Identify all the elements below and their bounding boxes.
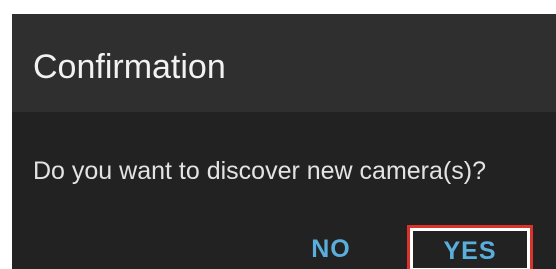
dialog-title: Confirmation: [33, 48, 226, 86]
dialog-message: Do you want to discover new camera(s)?: [33, 157, 486, 185]
dialog-header: Confirmation: [12, 14, 556, 112]
dialog-body: Do you want to discover new camera(s)? N…: [12, 112, 556, 269]
yes-button[interactable]: YES: [407, 225, 533, 269]
no-button[interactable]: NO: [301, 229, 361, 269]
confirmation-dialog: Confirmation Do you want to discover new…: [12, 14, 556, 269]
